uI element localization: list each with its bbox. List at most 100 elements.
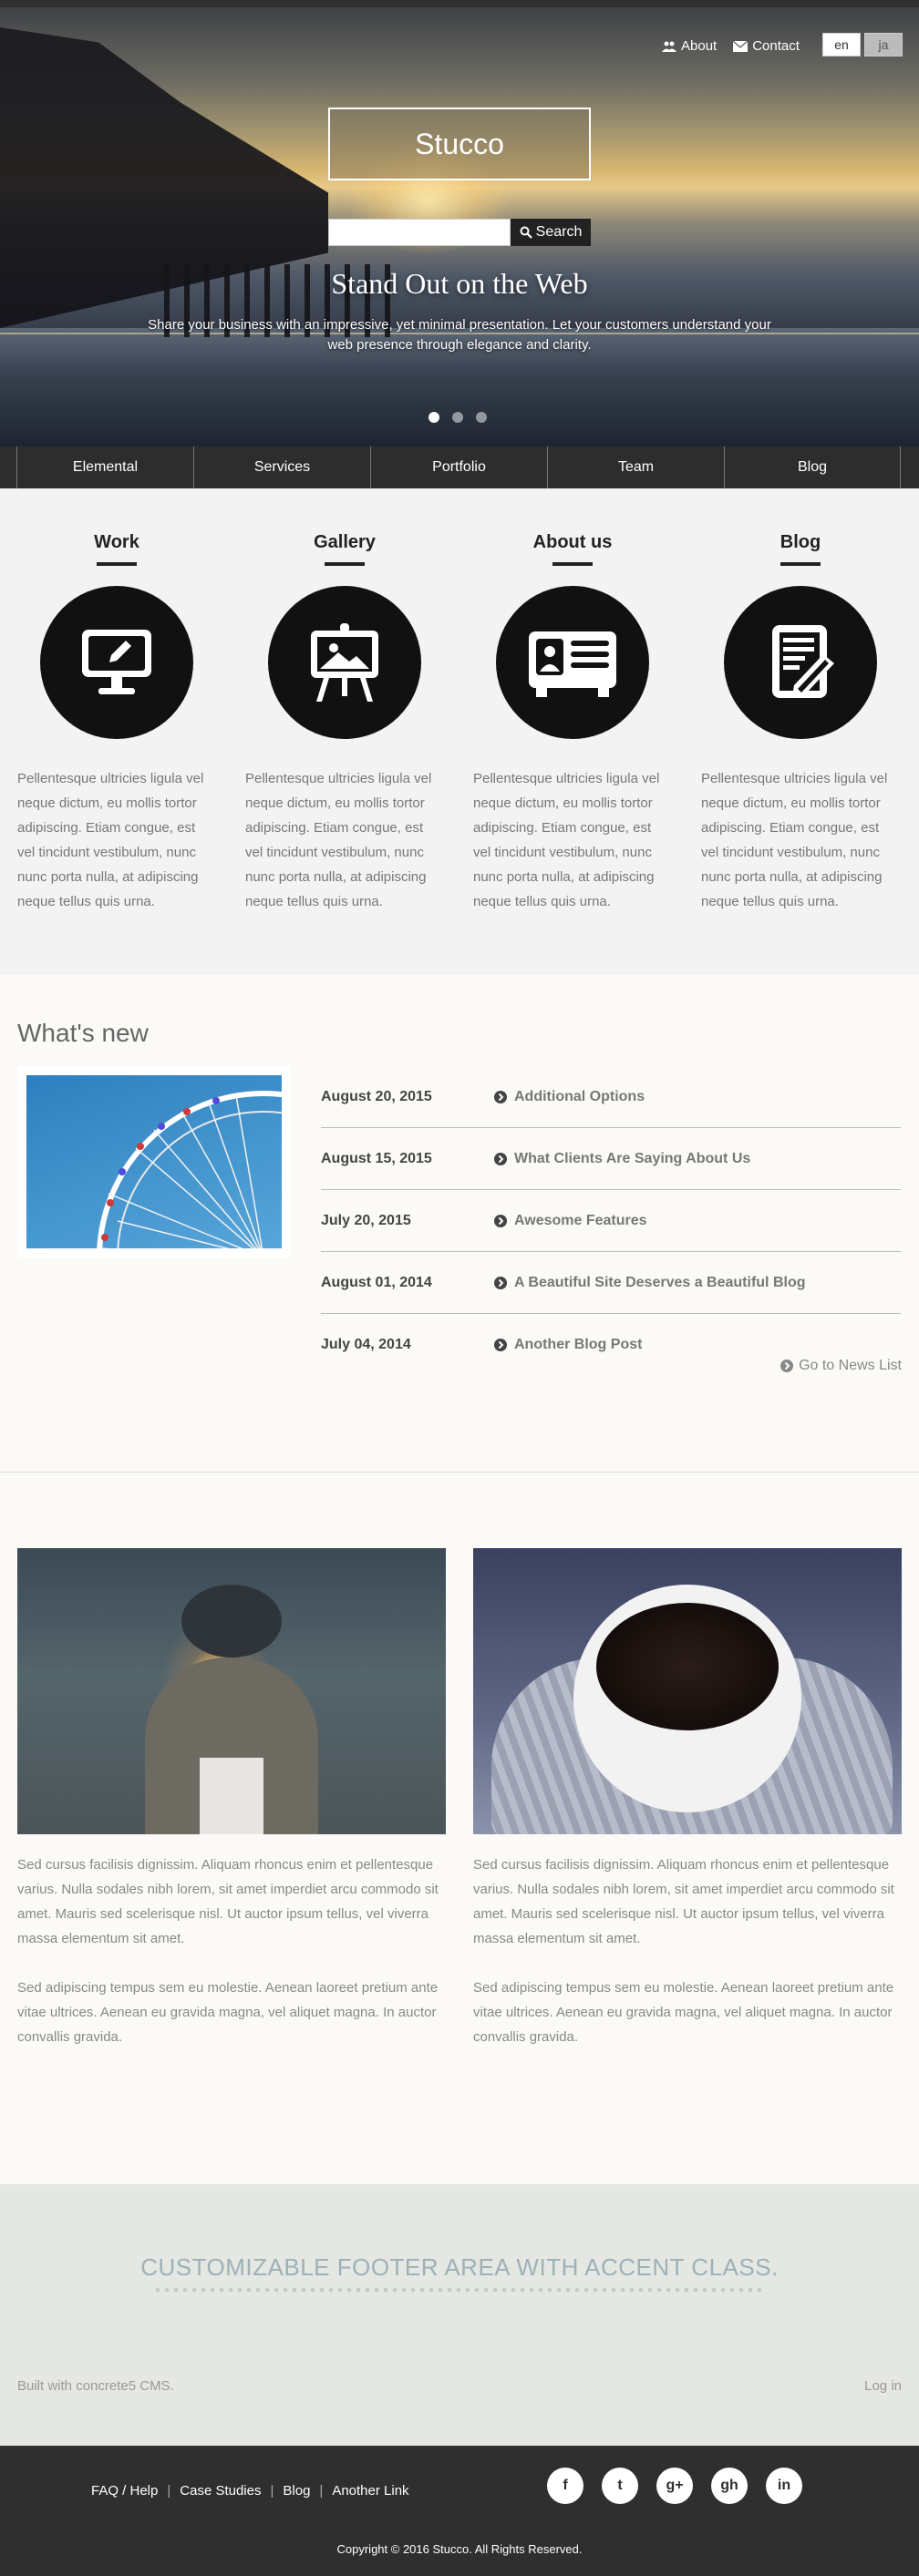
easel-picture-icon — [311, 623, 378, 702]
nav-item-blog[interactable]: Blog — [724, 446, 901, 488]
feature-title[interactable]: About us — [473, 532, 672, 553]
about-link-label: About — [681, 38, 718, 54]
news-heading: What's new — [17, 1019, 149, 1047]
separator: | — [167, 2483, 171, 2499]
users-icon — [662, 41, 676, 52]
search-button-label: Search — [535, 224, 583, 240]
news-image — [17, 1066, 291, 1257]
photos-section: Sed cursus facilisis dignissim. Aliquam … — [0, 1472, 919, 2184]
header-links: About Contact — [662, 38, 800, 54]
footer-accent-heading: CUSTOMIZABLE FOOTER AREA WITH ACCENT CLA… — [140, 2253, 779, 2281]
id-card-icon — [529, 631, 616, 697]
ferris-wheel-graphic — [97, 1091, 282, 1248]
coffee-shape — [596, 1603, 779, 1730]
search-form: Search — [328, 219, 591, 246]
chevron-circle-right-icon — [494, 1152, 507, 1165]
main-nav: Elemental Services Portfolio Team Blog — [0, 446, 919, 488]
footer-link-case-studies[interactable]: Case Studies — [180, 2483, 261, 2499]
chevron-circle-right-icon — [780, 1360, 794, 1372]
search-icon — [520, 226, 532, 239]
nav-item-team[interactable]: Team — [547, 446, 724, 488]
nav-item-elemental[interactable]: Elemental — [16, 446, 193, 488]
photo-text: Sed adipiscing tempus sem eu molestie. A… — [473, 1980, 894, 2045]
login-link[interactable]: Log in — [864, 2378, 902, 2394]
news-list-link[interactable]: Go to News List — [780, 1358, 902, 1374]
slider-dot[interactable] — [429, 412, 439, 423]
news-date: August 20, 2015 — [321, 1088, 432, 1104]
title-underline — [97, 562, 137, 566]
coffee-mittens-photo — [473, 1548, 902, 1834]
news-title[interactable]: Awesome Features — [514, 1213, 647, 1229]
separator: | — [270, 2483, 274, 2499]
title-underline — [780, 562, 821, 566]
news-date: July 04, 2014 — [321, 1337, 411, 1352]
feature-icon-circle[interactable] — [724, 586, 877, 739]
lang-ja-button[interactable]: ja — [864, 33, 903, 56]
news-title[interactable]: What Clients Are Saying About Us — [514, 1151, 750, 1167]
news-section: What's new August 20, 2015 Additional Op… — [0, 975, 919, 1472]
search-input[interactable] — [328, 219, 511, 246]
twitter-icon[interactable]: t — [602, 2468, 638, 2504]
google-plus-icon[interactable]: g+ — [656, 2468, 693, 2504]
footer-link-faq[interactable]: FAQ / Help — [91, 2483, 158, 2499]
photo-card: Sed cursus facilisis dignissim. Aliquam … — [17, 1548, 446, 2049]
news-item[interactable]: August 15, 2015 What Clients Are Saying … — [321, 1128, 901, 1190]
notepad-pen-icon — [772, 625, 834, 698]
news-date: August 01, 2014 — [321, 1274, 432, 1290]
nav-item-portfolio[interactable]: Portfolio — [370, 446, 547, 488]
news-item[interactable]: July 20, 2015 Awesome Features — [321, 1190, 901, 1252]
feature-icon-circle[interactable] — [268, 586, 421, 739]
feature-text: Pellentesque ultricies ligula vel neque … — [701, 771, 888, 909]
news-title[interactable]: A Beautiful Site Deserves a Beautiful Bl… — [514, 1275, 805, 1291]
search-button[interactable]: Search — [511, 219, 591, 246]
hair-shape — [181, 1585, 282, 1657]
photo-text: Sed cursus facilisis dignissim. Aliquam … — [17, 1857, 439, 1946]
facebook-icon[interactable]: f — [547, 2468, 583, 2504]
news-title[interactable]: Additional Options — [514, 1089, 645, 1105]
feature-icon-circle[interactable] — [40, 586, 193, 739]
feature-gallery: Gallery Pellentesque ultricies ligula ve… — [245, 488, 444, 914]
language-switcher: en ja — [822, 33, 903, 56]
feature-icon-circle[interactable] — [496, 586, 649, 739]
news-item[interactable]: August 20, 2015 Additional Options — [321, 1066, 901, 1128]
feature-work: Work Pellentesque ultricies ligula vel n… — [17, 488, 216, 914]
site-logo[interactable]: Stucco — [328, 108, 591, 180]
contact-link-label: Contact — [752, 38, 800, 54]
feature-title[interactable]: Gallery — [245, 532, 444, 553]
hero-subtitle: Share your business with an impressive, … — [148, 317, 771, 353]
github-icon[interactable]: gh — [711, 2468, 748, 2504]
footer-links: FAQ / Help | Case Studies | Blog | Anoth… — [91, 2483, 409, 2499]
news-title[interactable]: Another Blog Post — [514, 1337, 642, 1353]
news-list-link-label: Go to News List — [799, 1358, 902, 1373]
about-link[interactable]: About — [662, 38, 717, 54]
feature-title[interactable]: Work — [17, 532, 216, 553]
dotted-divider — [153, 2287, 766, 2293]
news-date: July 20, 2015 — [321, 1212, 411, 1228]
photo-card: Sed cursus facilisis dignissim. Aliquam … — [473, 1548, 902, 2049]
slider-dot[interactable] — [452, 412, 463, 423]
sparkler-photo — [17, 1548, 446, 1834]
contact-link[interactable]: Contact — [733, 38, 800, 54]
monitor-pencil-icon — [82, 630, 151, 694]
chevron-circle-right-icon — [494, 1214, 507, 1227]
separator: | — [319, 2483, 324, 2499]
footer-link-blog[interactable]: Blog — [283, 2483, 310, 2499]
linkedin-icon[interactable]: in — [766, 2468, 802, 2504]
features-section: Work Pellentesque ultricies ligula vel n… — [0, 488, 919, 975]
feature-title[interactable]: Blog — [701, 532, 900, 553]
copyright: Copyright © 2016 Stucco. All Rights Rese… — [336, 2542, 583, 2556]
lang-en-button[interactable]: en — [822, 33, 861, 56]
nav-item-services[interactable]: Services — [193, 446, 370, 488]
news-date: August 15, 2015 — [321, 1150, 432, 1166]
news-item[interactable]: August 01, 2014 A Beautiful Site Deserve… — [321, 1252, 901, 1314]
built-with-text[interactable]: Built with concrete5 CMS. — [17, 2378, 174, 2394]
footer-link-another[interactable]: Another Link — [332, 2483, 408, 2499]
slider-dot[interactable] — [476, 412, 487, 423]
social-links: f t g+ gh in — [547, 2468, 802, 2504]
photo-text: Sed adipiscing tempus sem eu molestie. A… — [17, 1980, 439, 2045]
slider-dots — [429, 412, 487, 423]
chevron-circle-right-icon — [494, 1090, 507, 1103]
feature-text: Pellentesque ultricies ligula vel neque … — [245, 771, 432, 909]
shirt-shape — [200, 1758, 263, 1834]
feature-about: About us Pellentesque ultricies ligula v… — [473, 488, 672, 914]
